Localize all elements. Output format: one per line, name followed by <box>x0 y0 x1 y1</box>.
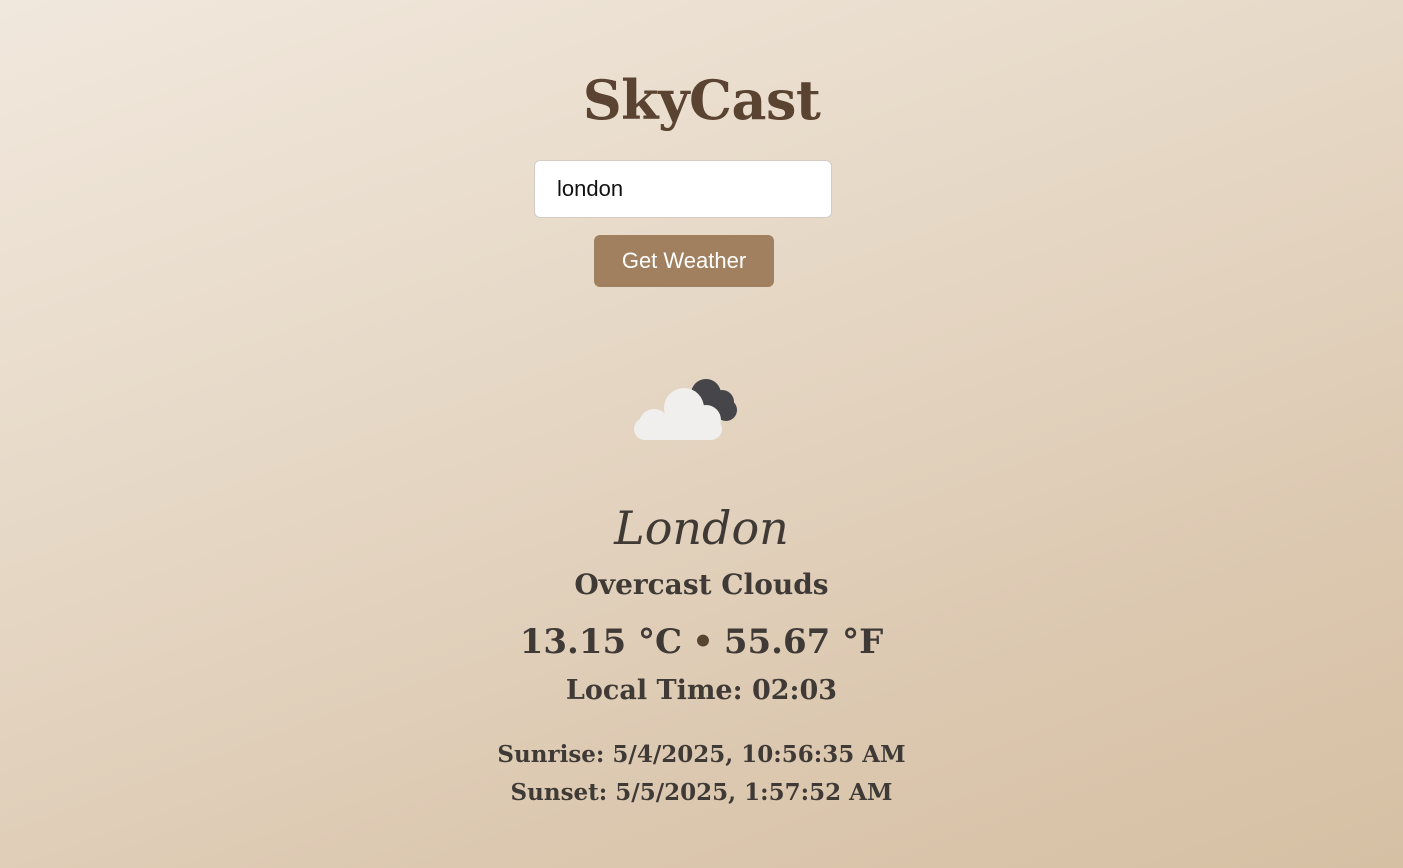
city-search-input[interactable] <box>534 160 832 218</box>
local-time: Local Time: 02:03 <box>565 675 838 706</box>
weather-app: SkyCast Get Weather London Overcast Clou… <box>0 0 1403 868</box>
weather-description: Overcast Clouds <box>574 568 829 601</box>
get-weather-button[interactable]: Get Weather <box>594 235 774 287</box>
temperature-separator: • <box>692 622 714 662</box>
city-name: London <box>614 501 789 555</box>
sunrise-time: Sunrise: 5/4/2025, 10:56:35 AM <box>497 741 906 768</box>
cloud-icon <box>626 368 744 448</box>
temperature: 13.15 °C • 55.67 °F <box>0 620 1403 664</box>
temperature-celsius: 13.15 °C <box>519 622 683 662</box>
app-title: SkyCast <box>582 68 821 132</box>
sunset-time: Sunset: 5/5/2025, 1:57:52 AM <box>510 779 893 806</box>
temperature-fahrenheit: 55.67 °F <box>723 622 884 662</box>
